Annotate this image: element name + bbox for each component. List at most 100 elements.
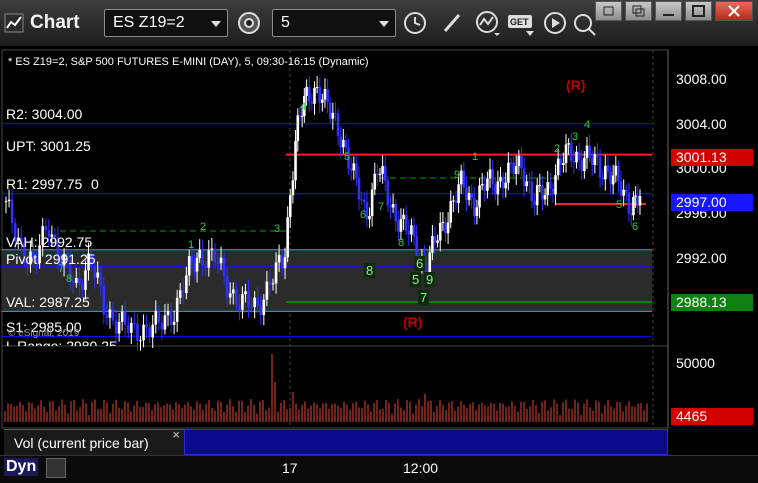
volume-panel-bar [184, 429, 668, 455]
symbol-input[interactable]: ES Z19=2 [104, 9, 228, 37]
candle-body [93, 266, 96, 278]
volume-panel-label[interactable]: Vol (current price bar) × [4, 427, 184, 456]
candle-body [501, 176, 505, 189]
chevron-down-icon[interactable] [379, 21, 389, 27]
candle-body [154, 311, 158, 325]
candle-body [172, 321, 176, 325]
candle-body [201, 249, 204, 266]
get-button[interactable]: GET [506, 9, 536, 37]
candle-body [166, 310, 170, 316]
tile-button[interactable] [625, 1, 652, 21]
candle-body [376, 173, 379, 175]
candle-body [207, 250, 211, 268]
candle-body [344, 139, 348, 148]
candle-body [157, 311, 161, 323]
candle-body [446, 222, 450, 234]
symbol-value: ES Z19=2 [113, 14, 185, 31]
candle-body [313, 87, 316, 104]
close-icon[interactable]: × [172, 427, 180, 442]
count-glyph: 9 [454, 169, 460, 181]
count-glyph: 6 [360, 209, 366, 221]
get-data-icon: GET [508, 15, 534, 36]
candle-body [84, 270, 87, 291]
candle-body [175, 297, 179, 322]
candle-body [262, 299, 266, 315]
candle-body [606, 165, 610, 172]
candle-body [564, 144, 568, 164]
dynamic-toggle[interactable]: Dyn [4, 458, 39, 476]
volume-label-text: Vol (current price bar) [14, 435, 149, 451]
link-chart-icon[interactable] [46, 458, 66, 478]
count-label: 8 [364, 263, 376, 278]
candle-body [619, 181, 623, 196]
candle-body [535, 185, 539, 206]
candle-body [75, 277, 78, 283]
count-glyph: 4 [584, 119, 590, 131]
play-button[interactable] [540, 9, 570, 37]
candle-body [604, 165, 607, 180]
time-button[interactable] [400, 9, 430, 37]
candle-body [108, 309, 112, 318]
count-glyph: 3 [572, 131, 578, 143]
candle-body [4, 201, 8, 203]
candle-body [328, 102, 332, 119]
price-chart[interactable]: 12 345678912345678 [0, 46, 758, 456]
candle-body [373, 173, 377, 190]
candle-body [326, 89, 329, 103]
chevron-down-icon[interactable] [211, 21, 221, 27]
candle-body [541, 184, 544, 200]
candle-body [145, 324, 148, 328]
candle-body [105, 314, 109, 318]
candle-body [389, 205, 392, 208]
candle-body [391, 204, 395, 208]
candle-body [120, 311, 124, 322]
candle-body [404, 214, 408, 231]
settings-button[interactable] [234, 9, 264, 37]
candle-body [190, 256, 194, 264]
candle-body [71, 280, 75, 283]
candle-body [556, 158, 560, 176]
volume-tick: 50000 [676, 355, 715, 371]
candle-body [457, 184, 460, 204]
candle-body [126, 324, 130, 333]
volume-tag: 4465 [671, 408, 753, 425]
minimize-button[interactable] [655, 1, 682, 21]
candle-body [78, 277, 81, 285]
candle-body [601, 177, 604, 180]
candle-body [268, 281, 272, 285]
candle-body [342, 139, 345, 148]
reversal-marker: (R) [403, 314, 423, 330]
y-tick: 3004.00 [676, 116, 727, 132]
candle-body [467, 193, 471, 201]
candle-body [504, 182, 508, 189]
candle-body [546, 181, 549, 196]
studies-button[interactable] [472, 9, 502, 37]
interval-input[interactable]: 5 [272, 9, 396, 37]
close-icon [728, 5, 740, 17]
count-glyph: 1 [188, 239, 194, 251]
candle-body [204, 265, 208, 268]
candle-body [596, 154, 599, 158]
maximize-button[interactable] [685, 1, 712, 21]
candle-body [357, 177, 361, 200]
draw-button[interactable] [437, 9, 467, 37]
candle-body [142, 324, 145, 341]
candle-body [151, 324, 155, 338]
candle-body [178, 290, 182, 298]
candle-body [562, 163, 565, 166]
level-lines [2, 123, 652, 338]
candle-body [160, 322, 164, 330]
candle-body [567, 143, 570, 145]
level-label-r1: R1: 2997.75 [6, 176, 83, 192]
candle-body [397, 221, 400, 232]
candle-body [543, 195, 547, 200]
copyright-watermark: © eSignal, 2019 [8, 328, 80, 339]
candle-body [334, 112, 337, 114]
candle-body [123, 311, 127, 325]
candle-body [554, 175, 557, 195]
close-button[interactable] [715, 1, 753, 21]
candle-body [378, 173, 382, 175]
restore-button[interactable] [595, 1, 622, 21]
candle-body [291, 180, 295, 196]
candle-body [590, 157, 594, 166]
